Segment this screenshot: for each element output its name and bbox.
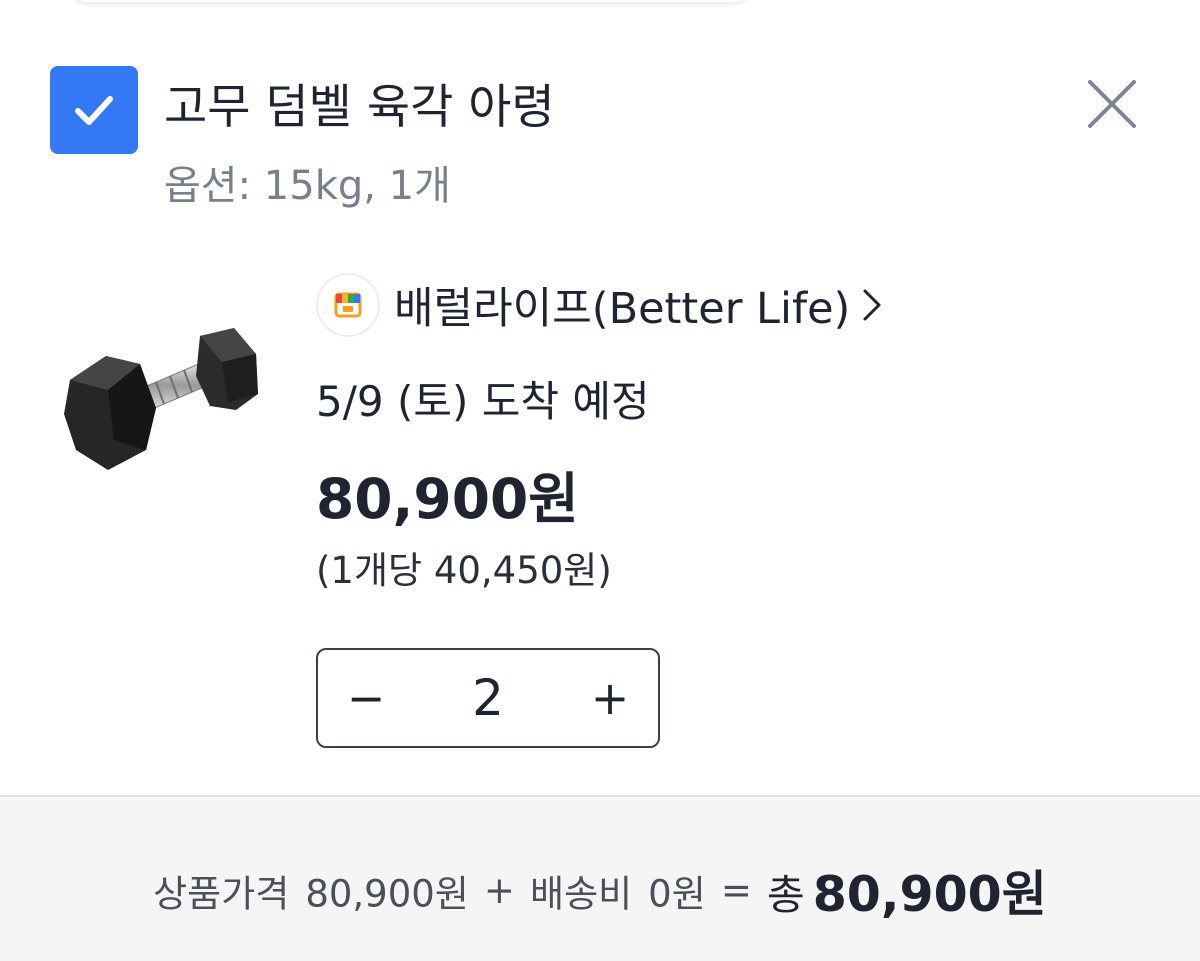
product-thumbnail[interactable] xyxy=(50,310,270,490)
delivery-estimate: 5/9 (토) 도착 예정 xyxy=(316,377,650,426)
quantity-stepper: − 2 + xyxy=(316,648,660,748)
previous-card-edge xyxy=(70,0,750,2)
remove-item-button[interactable] xyxy=(1084,76,1140,132)
unit-price: (1개당 40,450원) xyxy=(316,549,612,592)
item-price: 80,900원 xyxy=(316,467,579,531)
seller-name: 배럴라이프(Better Life) xyxy=(394,284,851,334)
price-summary-bar: 상품가격 80,900원 + 배송비 0원 = 총 80,900원 xyxy=(0,795,1200,961)
store-logo-icon xyxy=(316,273,380,337)
increase-quantity-button[interactable]: + xyxy=(562,650,658,746)
item-checkbox[interactable] xyxy=(50,66,138,154)
plus-icon: + xyxy=(590,671,630,725)
shipping-label: 배송비 xyxy=(530,872,633,916)
shipping-fee-value: 0원 xyxy=(648,872,706,916)
product-name[interactable]: 고무 덤벨 육각 아령 xyxy=(164,76,555,140)
option-text: 옵션: 15kg, 1개 xyxy=(164,163,451,209)
chevron-right-icon xyxy=(863,289,881,321)
total-label: 총 xyxy=(766,870,805,919)
dumbbell-image xyxy=(64,328,258,470)
quantity-value[interactable]: 2 xyxy=(472,669,504,727)
product-price-value: 80,900원 xyxy=(305,872,469,916)
check-icon xyxy=(75,96,113,125)
close-icon xyxy=(1088,80,1136,128)
plus-sign: + xyxy=(483,869,515,912)
product-price-label: 상품가격 xyxy=(153,872,290,916)
minus-icon: − xyxy=(346,671,386,725)
decrease-quantity-button[interactable]: − xyxy=(318,650,414,746)
equals-sign: = xyxy=(720,869,752,912)
total-price: 80,900원 xyxy=(812,866,1047,923)
price-summary: 상품가격 80,900원 + 배송비 0원 = 총 80,900원 xyxy=(0,855,1200,926)
seller-link[interactable]: 배럴라이프(Better Life) xyxy=(316,272,884,338)
